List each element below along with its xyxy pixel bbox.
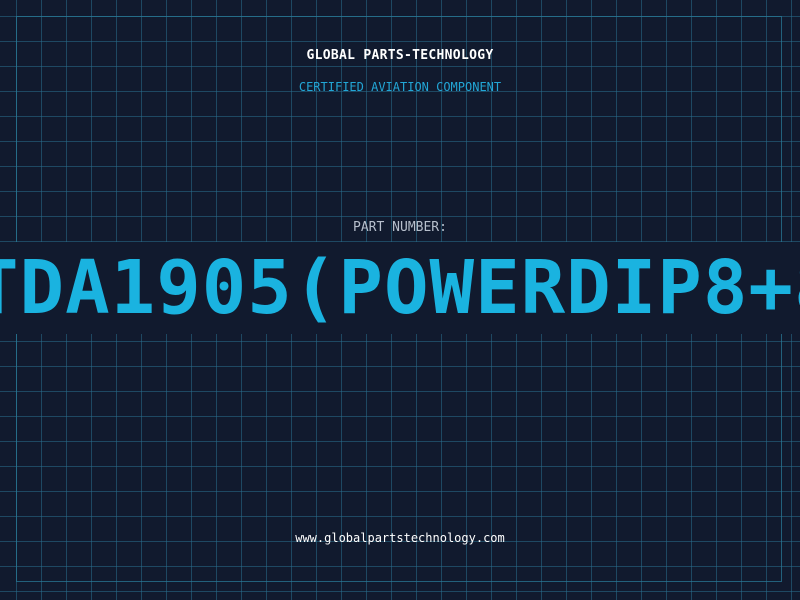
website-link[interactable]: www.globalpartstechnology.com <box>0 531 800 545</box>
certificate-page: GLOBAL PARTS-TECHNOLOGY CERTIFIED AVIATI… <box>0 0 800 600</box>
part-number-label: PART NUMBER: <box>353 220 447 235</box>
certification-tagline: CERTIFIED AVIATION COMPONENT <box>298 80 502 94</box>
company-name: GLOBAL PARTS-TECHNOLOGY <box>306 48 494 63</box>
part-number-value: TDA1905(POWERDIP8+8 <box>0 245 800 331</box>
part-number-band: TDA1905(POWERDIP8+8 <box>0 242 800 334</box>
